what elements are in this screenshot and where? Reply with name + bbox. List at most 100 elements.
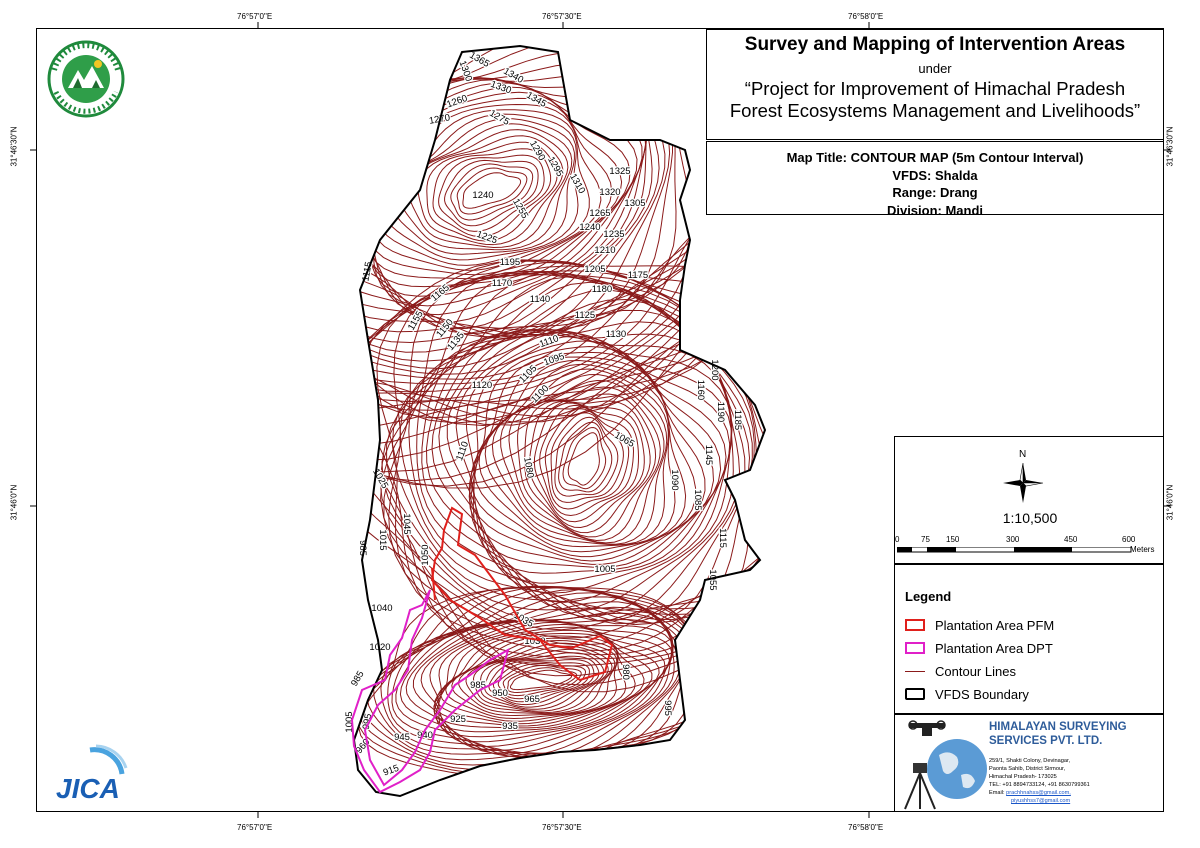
contour-label: 1050 — [420, 544, 431, 565]
contour-line — [473, 359, 687, 553]
scale-bar — [897, 547, 1132, 553]
contour-label: 1140 — [530, 294, 550, 305]
svg-text:JICA: JICA — [56, 773, 120, 804]
contour-label: 1275 — [487, 108, 511, 128]
contour-label: 1185 — [732, 410, 743, 430]
contour-label: 1210 — [594, 245, 615, 256]
contour-label: 985 — [470, 680, 486, 691]
contour-label: 1115 — [717, 528, 728, 548]
company-address: 259/1, Shakti Colony, Devinagar, Paonta … — [989, 757, 1090, 805]
contour-label: 925 — [450, 714, 466, 725]
contour-label: 1130 — [606, 329, 626, 340]
contour-line — [391, 601, 681, 760]
contour-label: 1065 — [612, 430, 636, 450]
contour-label: 965 — [524, 694, 540, 705]
legend-title: Legend — [905, 589, 952, 604]
contour-label: 1325 — [609, 166, 630, 177]
contour-label: 985 — [349, 669, 366, 688]
contour-label: 1090 — [669, 469, 680, 490]
project-title-line2: Forest Ecosystems Management and Livelih… — [729, 100, 1141, 121]
contour-label: 1085 — [692, 489, 703, 510]
company-name-line2: SERVICES PVT. LTD. — [989, 735, 1103, 747]
contour-label: 1205 — [584, 264, 605, 275]
contour-label: 1310 — [567, 172, 587, 196]
scale-tick-0: 0 — [895, 535, 900, 544]
contour-label: 1015 — [377, 529, 388, 550]
contour-line — [354, 46, 748, 380]
contour-label: 1175 — [628, 270, 648, 281]
scale-tick-75: 75 — [921, 535, 930, 544]
legend-swatch-dpt — [905, 642, 925, 654]
legend-item-pfm: Plantation Area PFM — [905, 616, 1054, 634]
company-name: HIMALAYAN SURVEYING SERVICES PVT. LTD. — [989, 720, 1127, 748]
contour-line — [354, 46, 693, 353]
email-link-1[interactable]: prachhnahss@gmail.com, — [1006, 790, 1071, 796]
company-email-row: Email: prachhnahss@gmail.com, — [989, 789, 1090, 797]
scale-tick-600: 600 — [1122, 535, 1136, 544]
email-link-2[interactable]: piyushhss7@gmail.com — [989, 797, 1090, 805]
legend-swatch-boundary — [905, 688, 925, 700]
vfds-info: VFDS: Shalda — [892, 167, 978, 183]
contour-label: 1320 — [599, 187, 620, 198]
scale-tick-450: 450 — [1064, 535, 1078, 544]
contour-line — [517, 393, 657, 538]
email-label: Email: — [989, 790, 1005, 796]
contour-label: 1305 — [624, 198, 645, 209]
contour-label: 1005 — [594, 564, 615, 575]
contour-label: 1190 — [715, 402, 726, 422]
map-title-info: Map Title: CONTOUR MAP (5m Contour Inter… — [786, 150, 1084, 165]
range-info: Range: Drang — [892, 185, 978, 200]
legend-box: Legend Plantation Area PFM Plantation Ar… — [894, 564, 1164, 714]
scale-unit: Meters — [1130, 545, 1155, 554]
legend-label-boundary: VFDS Boundary — [935, 686, 1029, 702]
address-line1: 259/1, Shakti Colony, Devinagar, — [989, 758, 1071, 764]
contour-label: 980 — [620, 664, 631, 680]
contour-label: 1240 — [472, 190, 493, 201]
contour-label: 1365 — [467, 50, 491, 70]
contour-label: 1040 — [371, 603, 392, 614]
scale-box: N 1:10,500 0 75 150 300 450 600 Meters — [894, 436, 1164, 564]
surveyor-logo-icon — [904, 720, 987, 810]
address-line2: Paonta Sahib, District Sirmour, — [989, 766, 1066, 772]
project-title-line1: “Project for Improvement of Himachal Pra… — [744, 78, 1126, 99]
scale-ratio: 1:10,500 — [1002, 510, 1058, 526]
compass-rose-icon — [1003, 462, 1044, 503]
jica-logo: JICA — [56, 744, 128, 804]
contour-label: 1265 — [589, 208, 610, 219]
legend-swatch-contour — [905, 670, 925, 672]
contour-label: 945 — [394, 732, 410, 743]
contour-label: 1145 — [703, 445, 714, 465]
contour-label: 935 — [502, 721, 518, 732]
title-under: under — [918, 61, 952, 76]
legend-label-dpt: Plantation Area DPT — [935, 640, 1053, 656]
contour-label: 1045 — [401, 513, 412, 534]
scale-tick-150: 150 — [946, 535, 960, 544]
north-label: N — [1019, 449, 1027, 460]
contour-label: 1240 — [579, 222, 600, 233]
contour-label: 1160 — [695, 380, 706, 400]
company-tel: TEL: +91 8894733124, +91 8630799361 — [989, 782, 1090, 788]
map-info-box: Map Title: CONTOUR MAP (5m Contour Inter… — [706, 141, 1164, 218]
contour-label: 1105 — [517, 363, 539, 385]
title-box: Survey and Mapping of Intervention Areas… — [706, 29, 1164, 140]
contour-label: 995 — [662, 700, 673, 716]
company-box: HIMALAYAN SURVEYING SERVICES PVT. LTD. 2… — [894, 714, 1164, 812]
legend-item-dpt: Plantation Area DPT — [905, 639, 1053, 657]
legend-swatch-pfm — [905, 619, 925, 631]
contour-label: 950 — [492, 688, 508, 699]
division-info: Division: Mandi — [886, 202, 984, 218]
contour-label: 915 — [382, 763, 401, 779]
project-title: “Project for Improvement of Himachal Pra… — [707, 78, 1163, 122]
contour-label: 1235 — [603, 229, 624, 240]
contour-label: 1120 — [472, 380, 492, 391]
contour-label: 1260 — [445, 93, 469, 111]
contour-label: 1110 — [454, 440, 471, 462]
contour-label: 1195 — [500, 257, 520, 268]
legend-label-contour: Contour Lines — [935, 663, 1016, 679]
legend-item-boundary: VFDS Boundary — [905, 685, 1029, 703]
address-line3: Himachal Pradesh- 173025 — [989, 774, 1057, 780]
hp-forest-logo — [47, 40, 125, 118]
contour-label: 1225 — [475, 229, 499, 247]
contour-label: 1170 — [492, 278, 512, 289]
legend-item-contour: Contour Lines — [905, 662, 1016, 680]
